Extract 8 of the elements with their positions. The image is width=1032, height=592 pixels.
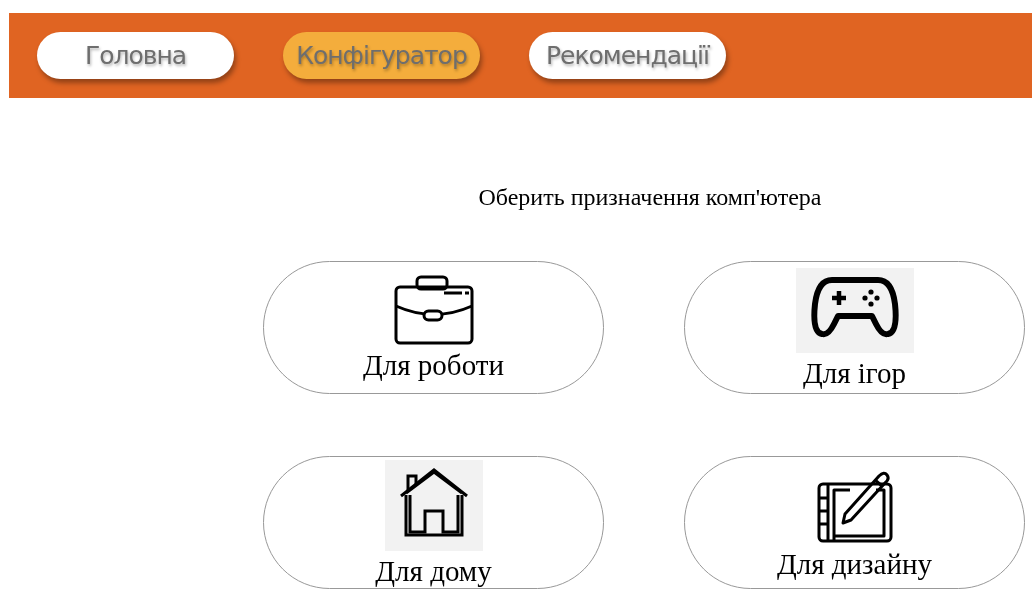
page-heading: Оберить призначення комп'ютера [477, 184, 823, 211]
purpose-option[interactable]: Для дизайну [684, 456, 1025, 589]
house-icon [398, 465, 469, 538]
purpose-option[interactable]: Для дому [263, 456, 604, 589]
nav-tab[interactable]: Рекомендації [529, 32, 726, 79]
nav-tab[interactable]: Головна [37, 32, 234, 79]
purpose-option[interactable]: Для ігор [684, 261, 1025, 394]
purpose-option[interactable]: Для роботи [263, 261, 604, 394]
